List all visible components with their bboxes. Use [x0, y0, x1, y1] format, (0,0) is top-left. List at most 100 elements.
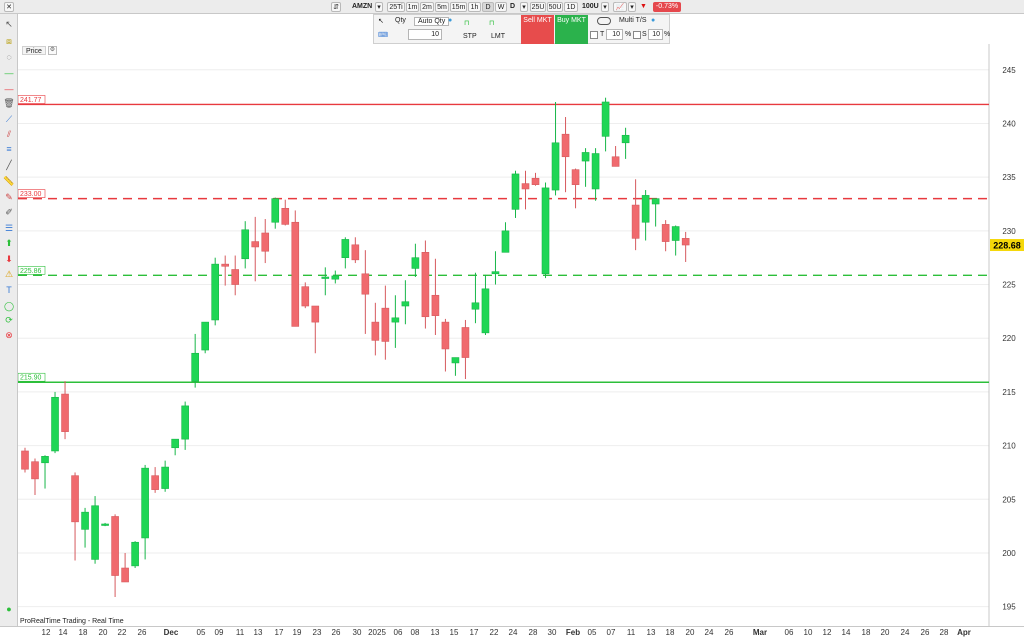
x-tick-label: 06 — [784, 628, 794, 637]
timeframe-button[interactable]: 25Ti — [387, 2, 405, 12]
pen-icon[interactable]: ✎ — [3, 192, 15, 202]
candle-up — [621, 134, 630, 144]
timeframe-button[interactable]: W — [495, 2, 507, 12]
x-tick-label: 28 — [528, 628, 538, 637]
brush-icon[interactable]: ✐ — [3, 207, 15, 217]
ellipse-icon[interactable]: ◯ — [3, 301, 15, 311]
cursor-icon[interactable]: ↖ — [3, 19, 15, 29]
units-button[interactable]: 50U — [547, 2, 563, 12]
warning-icon[interactable]: ⚠ — [3, 269, 15, 279]
horizontal-line-red-icon[interactable]: — — [3, 84, 15, 94]
settings-icon[interactable]: ⚙ — [48, 46, 57, 55]
lmt-icon[interactable]: ⊓ — [489, 19, 494, 27]
text-icon[interactable]: T — [3, 285, 15, 295]
t-label: T — [600, 31, 605, 38]
units-button[interactable]: 25U — [530, 2, 546, 12]
trash-icon[interactable]: 🗑 — [3, 98, 15, 108]
candle-down — [301, 286, 310, 307]
x-tick-label: 17 — [469, 628, 479, 637]
x-tick-label: 19 — [292, 628, 302, 637]
candle-down — [261, 232, 270, 252]
close-icon[interactable]: ✕ — [4, 2, 14, 12]
x-tick-label: 06 — [393, 628, 403, 637]
fibonacci-icon[interactable]: ≡ — [3, 144, 15, 154]
price-panel-tab[interactable]: Price — [22, 46, 46, 55]
multi-toggle[interactable] — [597, 17, 611, 25]
chevron-down-icon[interactable]: ▾ — [601, 2, 609, 12]
candle-down — [111, 516, 119, 576]
period-select[interactable]: D — [510, 2, 515, 12]
x-tick-label: 05 — [587, 628, 597, 637]
line-icon[interactable]: ╱ — [3, 160, 15, 170]
lock-icon[interactable]: ◌ — [3, 52, 15, 62]
level-label: 225.86 — [20, 268, 42, 275]
candle-up — [271, 198, 280, 223]
auto-qty-button[interactable]: Auto Qty — [414, 17, 450, 26]
x-tick-label: 22 — [489, 628, 499, 637]
s-checkbox[interactable] — [633, 31, 641, 39]
t-checkbox[interactable] — [590, 31, 598, 39]
level-label: 215.90 — [20, 375, 42, 382]
info-icon[interactable]: ● — [448, 17, 452, 24]
candle-up — [91, 505, 99, 560]
chevron-down-icon[interactable]: ▾ — [375, 2, 383, 12]
timeframe-button-active[interactable]: D — [482, 2, 494, 12]
candle-up — [591, 153, 600, 190]
candle-up — [581, 152, 590, 162]
buy-market-button[interactable]: Buy MKT — [555, 15, 588, 44]
arrow-down-icon[interactable]: ⬇ — [3, 254, 15, 264]
candle-down — [281, 207, 290, 225]
arrow-up-icon[interactable]: ⬆ — [3, 238, 15, 248]
timeframe-button[interactable]: 2m — [420, 2, 434, 12]
ruler-icon[interactable]: 📏 — [3, 176, 15, 186]
status-icon[interactable]: ● — [3, 604, 15, 614]
candle-up — [511, 173, 520, 210]
x-tick-label: 26 — [724, 628, 734, 637]
x-tick-label: 23 — [312, 628, 322, 637]
keyboard-icon[interactable]: ⌨ — [378, 31, 388, 39]
candle-up — [391, 317, 400, 323]
x-tick-label: 15 — [449, 628, 459, 637]
units-select[interactable]: 100U — [582, 2, 599, 12]
chevron-down-icon[interactable]: ▾ — [520, 2, 528, 12]
list-icon[interactable]: ☰ — [3, 223, 15, 233]
cursor-icon[interactable]: ↖ — [378, 17, 384, 25]
y-tick-label: 235 — [1002, 173, 1016, 182]
chart-type-icon[interactable]: 📈 — [613, 2, 627, 12]
candle-down — [121, 567, 129, 583]
lmt-label[interactable]: LMT — [491, 33, 505, 40]
t-input[interactable]: 10 — [606, 29, 623, 40]
horizontal-line-green-icon[interactable]: — — [3, 68, 15, 78]
x-tick-label: 30 — [547, 628, 557, 637]
units-button[interactable]: 1D — [564, 2, 578, 12]
channel-icon[interactable]: ⫽ — [3, 129, 15, 139]
x-tick-label: 18 — [78, 628, 88, 637]
ticker-symbol[interactable]: AMZN — [352, 2, 372, 12]
x-tick-label: Feb — [565, 628, 581, 637]
candle-down — [631, 204, 640, 239]
x-tick-label: 18 — [861, 628, 871, 637]
x-tick-label: 18 — [665, 628, 675, 637]
cycle-icon[interactable]: ⟳ — [3, 315, 15, 325]
circle-icon[interactable]: ⊗ — [3, 330, 15, 340]
sell-market-button[interactable]: Sell MKT — [521, 15, 554, 44]
chevron-down-icon[interactable]: ▾ — [628, 2, 636, 12]
x-tick-label: 07 — [606, 628, 616, 637]
price-chart[interactable]: 195 200 205 210 215 220 225 230 235 240 245 241.77 2… — [18, 44, 1024, 626]
trend-line-icon[interactable]: ⟋ — [3, 114, 15, 124]
timeframe-button[interactable]: 15m — [450, 2, 467, 12]
stp-icon[interactable]: ⊓ — [464, 19, 469, 27]
candle-up — [331, 275, 340, 280]
qty-input[interactable]: 10 — [408, 29, 442, 40]
link-icon[interactable]: ⇵ — [331, 2, 341, 12]
s-pct: % — [664, 31, 671, 38]
timeframe-button[interactable]: 1m — [406, 2, 419, 12]
stp-label[interactable]: STP — [463, 33, 477, 40]
info-icon[interactable]: ● — [651, 17, 655, 24]
x-tick-label: 22 — [117, 628, 127, 637]
magnet-icon[interactable]: ⧈ — [3, 36, 15, 46]
timeframe-button[interactable]: 1h — [468, 2, 481, 12]
s-input[interactable]: 10 — [648, 29, 663, 40]
order-panel: ↖ ⌨ Qty Auto Qty ● 10 ⊓ STP ⊓ LMT Sell M… — [373, 14, 670, 44]
timeframe-button[interactable]: 5m — [435, 2, 449, 12]
